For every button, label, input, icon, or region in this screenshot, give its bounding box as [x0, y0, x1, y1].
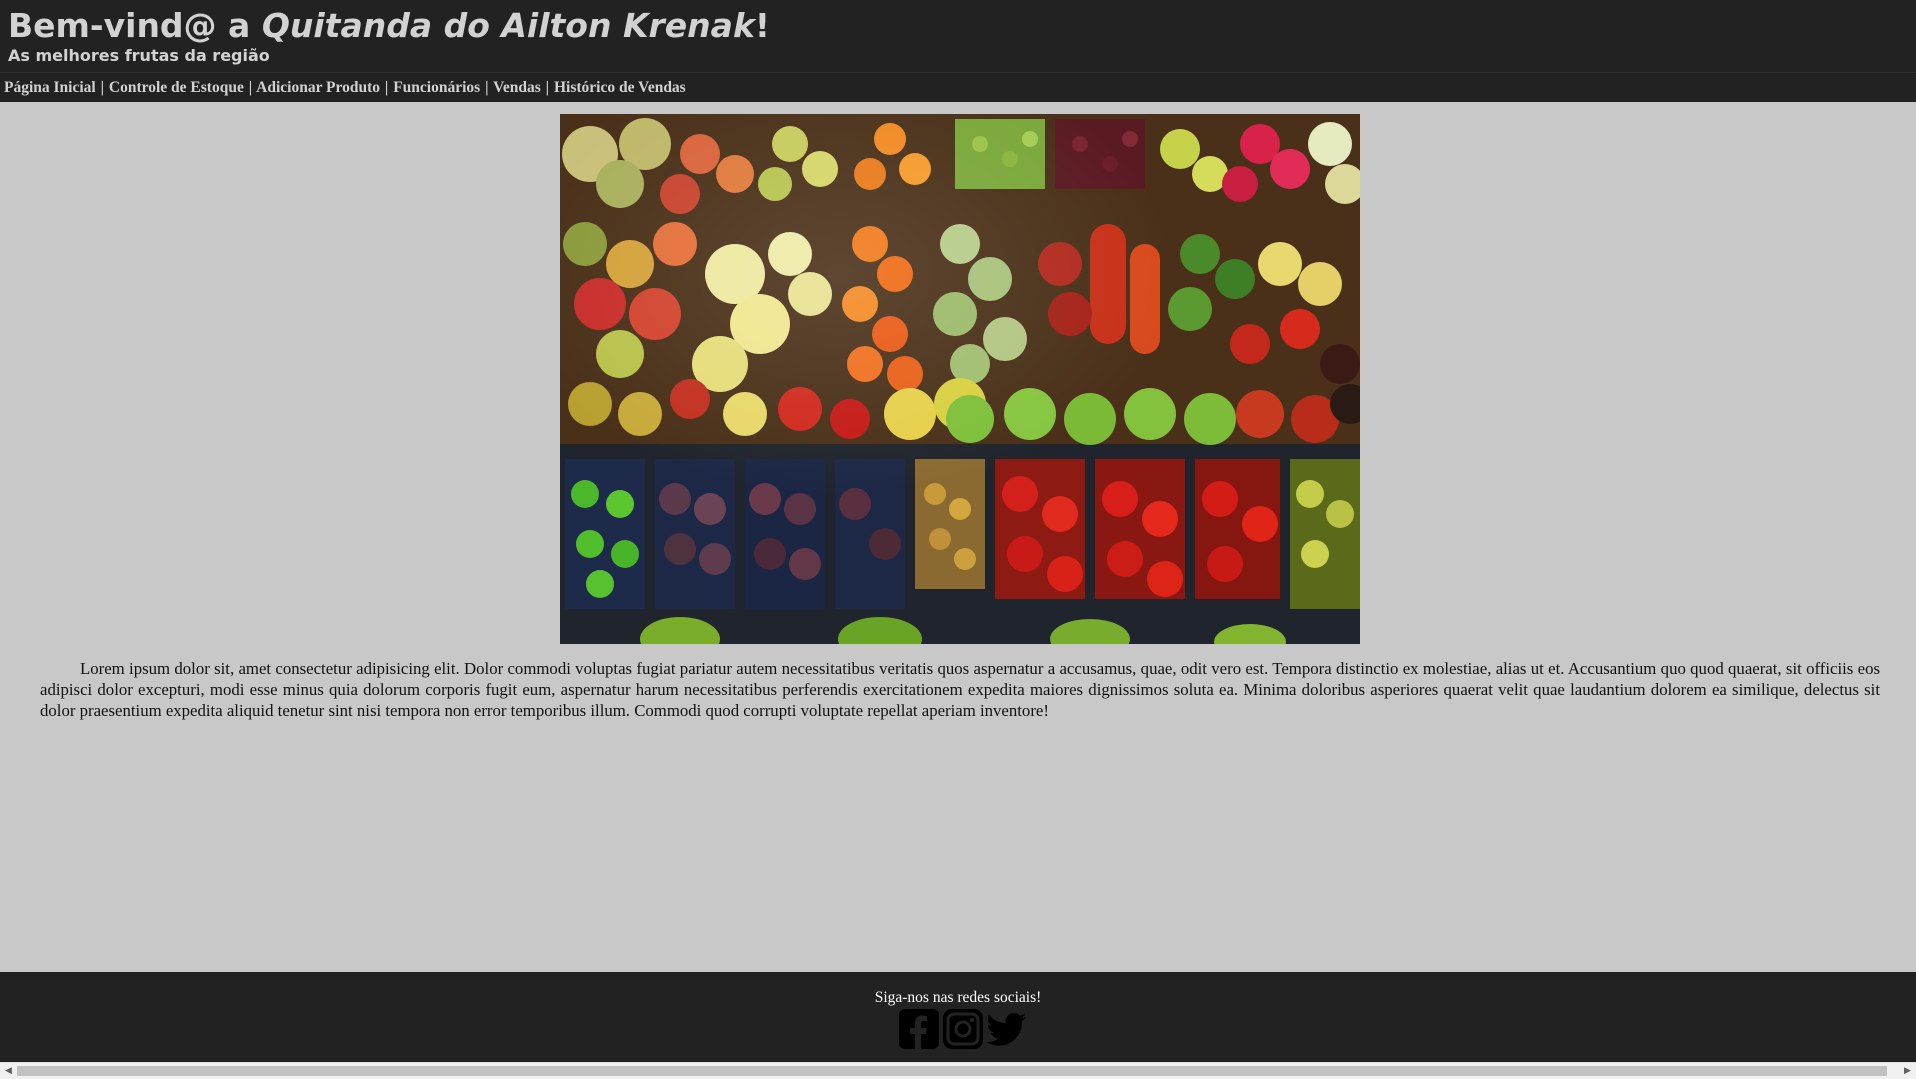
main-nav: Página Inicial | Controle de Estoque | A…: [0, 72, 1916, 102]
nav-link-stock-control[interactable]: Controle de Estoque: [109, 79, 244, 96]
scroll-right-icon[interactable]: ▶: [1899, 1063, 1916, 1079]
page-title: Bem-vind@ a Quitanda do Ailton Krenak!: [8, 6, 770, 46]
nav-separator: |: [545, 79, 550, 96]
nav-links: Página Inicial | Controle de Estoque | A…: [4, 78, 686, 98]
intro-paragraph: Lorem ipsum dolor sit, amet consectetur …: [40, 659, 1880, 720]
store-name: Quitanda do Ailton Krenak: [261, 6, 755, 45]
nav-separator: |: [248, 79, 253, 96]
scrollbar-thumb[interactable]: [17, 1066, 1887, 1076]
site-footer: Siga-nos nas redes sociais!: [0, 972, 1916, 1062]
nav-link-home[interactable]: Página Inicial: [4, 79, 96, 96]
instagram-icon[interactable]: [942, 1008, 984, 1050]
title-prefix: Bem-vind@ a: [8, 6, 262, 45]
nav-link-sales-history[interactable]: Histórico de Vendas: [554, 79, 686, 96]
nav-separator: |: [384, 79, 389, 96]
page: Bem-vind@ a Quitanda do Ailton Krenak! A…: [0, 0, 1916, 1079]
fruit-market-image: [560, 114, 1360, 644]
nav-separator: |: [100, 79, 105, 96]
nav-link-sales[interactable]: Vendas: [493, 79, 541, 96]
follow-us-text: Siga-nos nas redes sociais!: [874, 989, 1042, 1006]
scroll-left-icon[interactable]: ◀: [0, 1063, 17, 1079]
title-suffix: !: [754, 6, 770, 45]
twitter-icon[interactable]: [986, 1008, 1028, 1050]
horizontal-scrollbar[interactable]: ◀ ▶: [0, 1062, 1916, 1079]
page-subtitle: As melhores frutas da região: [8, 46, 270, 65]
nav-separator: |: [485, 79, 489, 96]
social-links: [898, 1008, 1028, 1050]
site-header: Bem-vind@ a Quitanda do Ailton Krenak! A…: [0, 0, 1916, 72]
nav-link-employees[interactable]: Funcionários: [393, 79, 480, 96]
facebook-icon[interactable]: [898, 1008, 940, 1050]
nav-link-add-product[interactable]: Adicionar Produto: [256, 79, 380, 96]
